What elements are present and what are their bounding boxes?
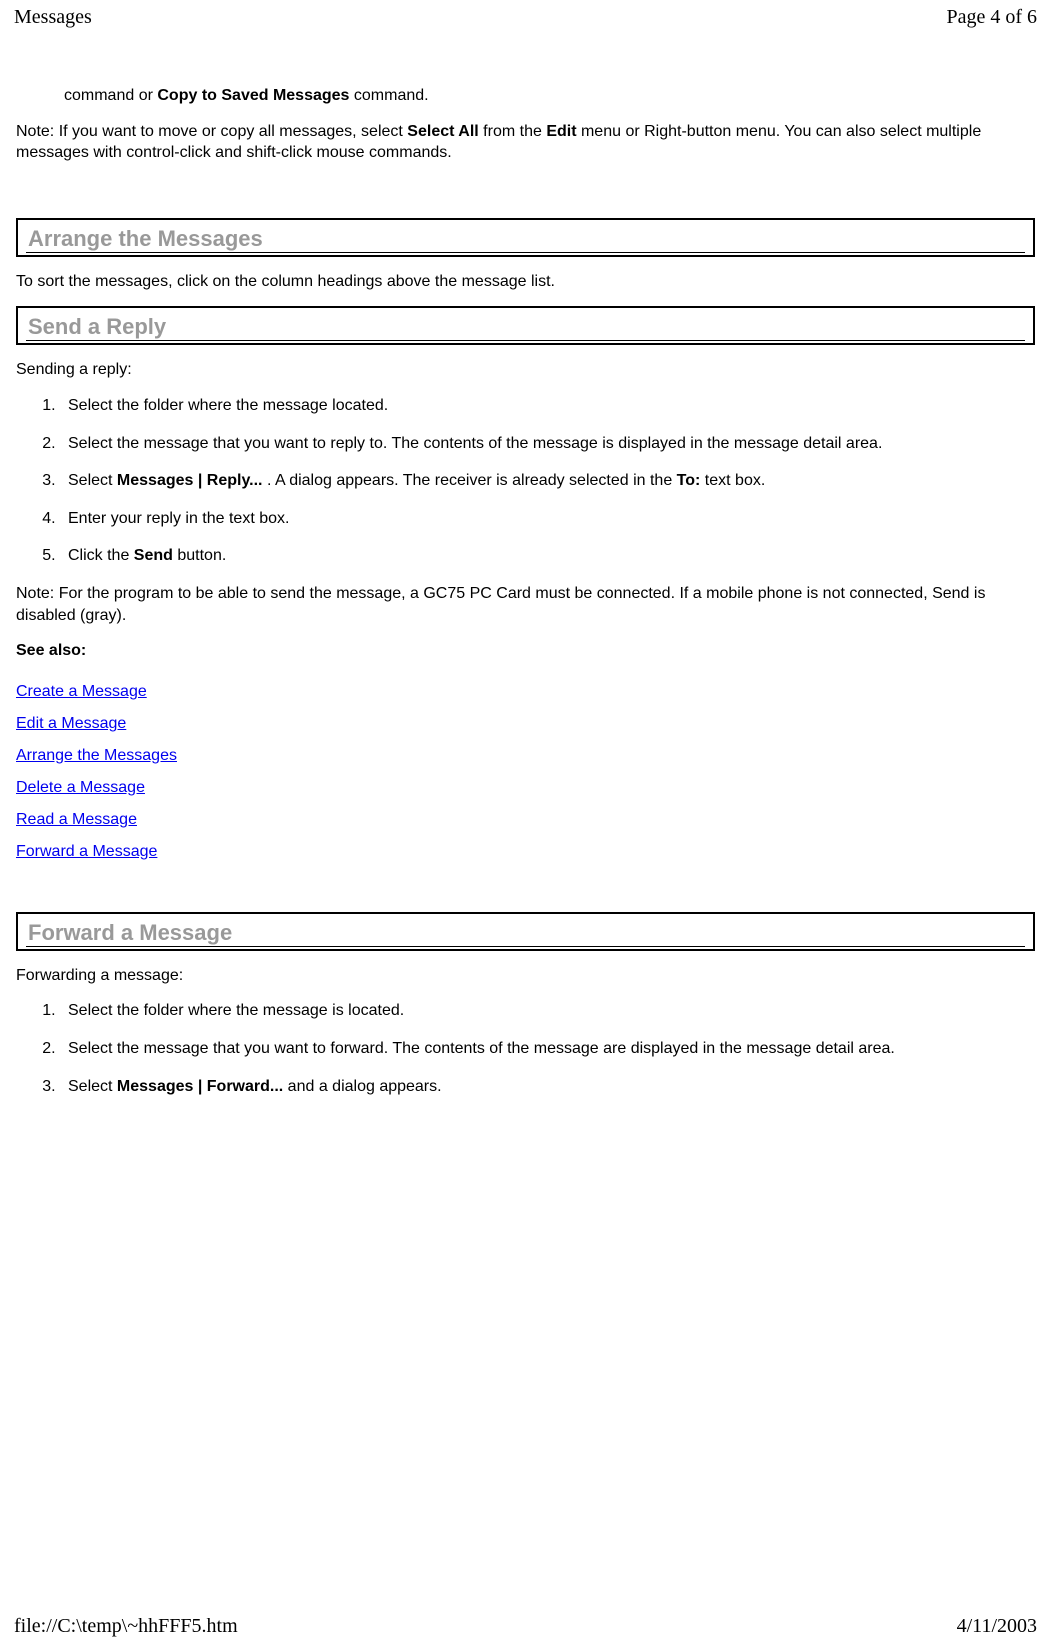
section-forward-box: Forward a Message	[16, 912, 1035, 951]
link-edit-message[interactable]: Edit a Message	[16, 715, 126, 733]
reply-intro: Sending a reply:	[16, 359, 1035, 381]
section-reply-title: Send a Reply	[26, 314, 1025, 341]
section-arrange-box: Arrange the Messages	[16, 218, 1035, 257]
link-read-message[interactable]: Read a Message	[16, 811, 137, 829]
list-item: Select the message that you want to repl…	[60, 433, 1035, 455]
reply-steps: Select the folder where the message loca…	[16, 395, 1035, 567]
arrange-body: To sort the messages, click on the colum…	[16, 271, 1035, 293]
footer-date: 4/11/2003	[957, 1615, 1037, 1638]
section-reply-box: Send a Reply	[16, 306, 1035, 345]
link-forward-message[interactable]: Forward a Message	[16, 843, 157, 861]
header-title: Messages	[14, 6, 92, 29]
list-item: Click the Send button.	[60, 545, 1035, 567]
section-forward-title: Forward a Message	[26, 920, 1025, 947]
link-create-message[interactable]: Create a Message	[16, 683, 147, 701]
list-item: Select the folder where the message loca…	[60, 395, 1035, 417]
section-arrange-title: Arrange the Messages	[26, 226, 1025, 253]
footer-path: file://C:\temp\~hhFFF5.htm	[14, 1615, 238, 1638]
list-item: Select Messages | Reply... . A dialog ap…	[60, 470, 1035, 492]
list-item: Select the message that you want to forw…	[60, 1038, 1035, 1060]
note-paragraph: Note: If you want to move or copy all me…	[16, 121, 1035, 164]
forward-steps: Select the folder where the message is l…	[16, 1000, 1035, 1097]
page-number: Page 4 of 6	[946, 6, 1037, 29]
list-item: Enter your reply in the text box.	[60, 508, 1035, 530]
reply-note: Note: For the program to be able to send…	[16, 583, 1035, 626]
list-item: Select Messages | Forward... and a dialo…	[60, 1076, 1035, 1098]
link-delete-message[interactable]: Delete a Message	[16, 779, 145, 797]
forward-intro: Forwarding a message:	[16, 965, 1035, 987]
continuation-text: command or Copy to Saved Messages comman…	[16, 85, 1035, 107]
see-also-label: See also:	[16, 640, 1035, 662]
list-item: Select the folder where the message is l…	[60, 1000, 1035, 1022]
link-arrange-messages[interactable]: Arrange the Messages	[16, 747, 177, 765]
